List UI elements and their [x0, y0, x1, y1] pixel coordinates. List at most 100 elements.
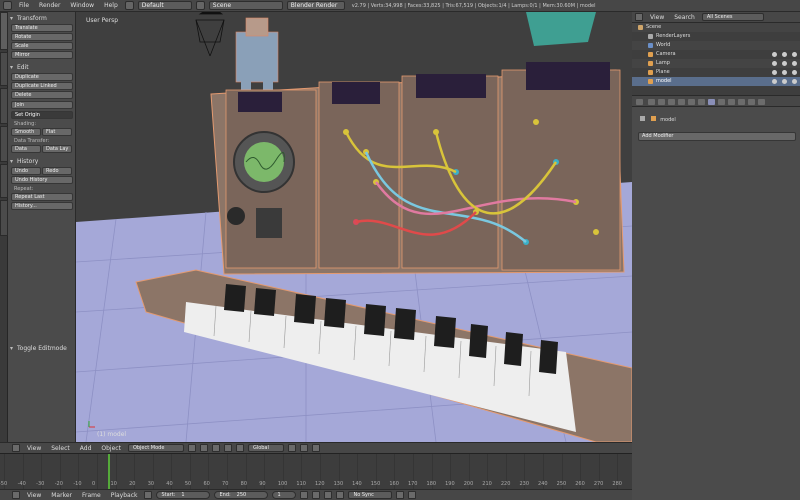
- tab-relations[interactable]: [0, 88, 8, 124]
- layers-icon[interactable]: [287, 444, 296, 452]
- current-frame-field[interactable]: 1: [272, 491, 297, 499]
- shade-smooth-button[interactable]: Smooth: [11, 128, 41, 136]
- outliner-row-world[interactable]: World: [632, 41, 800, 50]
- rotate-manipulator-icon[interactable]: [235, 444, 244, 452]
- tab-animation[interactable]: [0, 126, 8, 162]
- menu-view[interactable]: View: [24, 492, 44, 499]
- set-origin-dropdown[interactable]: Set Origin: [11, 111, 73, 119]
- mode-select[interactable]: Object Mode: [127, 444, 184, 452]
- outliner-row-camera[interactable]: Camera: [632, 50, 800, 59]
- menu-object[interactable]: Object: [98, 445, 124, 452]
- outliner-row-renderlayers[interactable]: RenderLayers: [632, 32, 800, 41]
- editor-type-icon[interactable]: [12, 444, 20, 452]
- viewport-shading-icon[interactable]: [187, 444, 196, 452]
- editor-type-icon[interactable]: [3, 1, 12, 10]
- repeat-last-button[interactable]: Repeat Last: [11, 193, 73, 201]
- edit-panel-title[interactable]: Edit: [10, 63, 72, 73]
- physics-tab-icon[interactable]: [758, 99, 765, 105]
- translate-manipulator-icon[interactable]: [223, 444, 232, 452]
- duplicate-linked-button[interactable]: Duplicate Linked: [11, 82, 73, 90]
- keying-icon[interactable]: [396, 491, 405, 499]
- outliner-row-model[interactable]: model: [632, 77, 800, 86]
- material-tab-icon[interactable]: [728, 99, 735, 105]
- 3d-viewport[interactable]: User Persp (1) model: [76, 12, 632, 442]
- sync-mode-select[interactable]: No Sync: [348, 491, 393, 499]
- menu-window[interactable]: Window: [67, 2, 97, 9]
- current-frame-marker[interactable]: [108, 454, 110, 489]
- menu-view[interactable]: View: [24, 445, 44, 452]
- start-frame-field[interactable]: Start: 1: [156, 491, 211, 499]
- rotate-button[interactable]: Rotate: [11, 33, 73, 41]
- selectable-arrow-icon[interactable]: [782, 61, 787, 66]
- render-layers-tab-icon[interactable]: [658, 99, 665, 105]
- history-button[interactable]: History...: [11, 202, 73, 210]
- editor-type-icon[interactable]: [635, 13, 643, 21]
- timeline-editor[interactable]: -50 -40 -30 -20 -10 0 10 20 30 40 50 60 70 80 90 100 110…: [0, 453, 632, 489]
- scene-tab-icon[interactable]: [668, 99, 675, 105]
- tab-grease-pencil[interactable]: [0, 200, 8, 236]
- toggle-editmode-panel-title[interactable]: Toggle Editmode: [10, 344, 67, 354]
- transform-panel-title[interactable]: Transform: [10, 14, 72, 24]
- object-tab-icon[interactable]: [688, 99, 695, 105]
- snap-icon[interactable]: [299, 444, 308, 452]
- render-camera-icon[interactable]: [792, 52, 797, 57]
- tab-physics[interactable]: [0, 164, 8, 198]
- manipulator-icon[interactable]: [211, 444, 220, 452]
- transform-orientation-select[interactable]: Global: [247, 444, 284, 452]
- translate-button[interactable]: Translate: [11, 24, 73, 32]
- menu-frame[interactable]: Frame: [79, 492, 104, 499]
- data-tab-icon[interactable]: [718, 99, 725, 105]
- screen-layout-field[interactable]: Default: [137, 1, 192, 10]
- pivot-point-icon[interactable]: [199, 444, 208, 452]
- render-camera-icon[interactable]: [792, 70, 797, 75]
- render-preview-icon[interactable]: [311, 444, 320, 452]
- mirror-button[interactable]: Mirror: [11, 51, 73, 59]
- add-modifier-dropdown[interactable]: Add Modifier: [638, 132, 796, 141]
- visibility-eye-icon[interactable]: [772, 79, 777, 84]
- menu-help[interactable]: Help: [101, 2, 121, 9]
- visibility-eye-icon[interactable]: [772, 52, 777, 57]
- keyframe-icon[interactable]: [408, 491, 417, 499]
- delete-button[interactable]: Delete: [11, 91, 73, 99]
- scene-field[interactable]: Scene: [208, 1, 283, 10]
- undo-history-button[interactable]: Undo History: [11, 176, 73, 184]
- join-button[interactable]: Join: [11, 101, 73, 109]
- menu-file[interactable]: File: [16, 2, 32, 9]
- selectable-arrow-icon[interactable]: [782, 52, 787, 57]
- tab-create[interactable]: [0, 52, 8, 86]
- play-icon[interactable]: [324, 491, 333, 499]
- data-layout-button[interactable]: Data Lay: [42, 145, 72, 153]
- render-camera-icon[interactable]: [792, 79, 797, 84]
- shade-flat-button[interactable]: Flat: [42, 128, 72, 136]
- selectable-arrow-icon[interactable]: [782, 70, 787, 75]
- menu-select[interactable]: Select: [48, 445, 73, 452]
- editor-type-icon[interactable]: [12, 491, 20, 499]
- play-reverse-icon[interactable]: [312, 491, 321, 499]
- modifiers-tab-icon[interactable]: [708, 99, 715, 105]
- outliner-row-scene[interactable]: Scene: [632, 23, 800, 32]
- visibility-eye-icon[interactable]: [772, 61, 777, 66]
- render-camera-icon[interactable]: [792, 61, 797, 66]
- selectable-arrow-icon[interactable]: [782, 79, 787, 84]
- constraints-tab-icon[interactable]: [698, 99, 705, 105]
- record-icon[interactable]: [144, 491, 153, 499]
- duplicate-button[interactable]: Duplicate: [11, 73, 73, 81]
- render-engine-select[interactable]: Blender Render: [286, 1, 345, 10]
- jump-start-icon[interactable]: [300, 491, 309, 499]
- data-transfer-button[interactable]: Data: [11, 145, 41, 153]
- outliner-menu-search[interactable]: Search: [671, 14, 698, 21]
- jump-end-icon[interactable]: [336, 491, 345, 499]
- editor-type-icon[interactable]: [636, 99, 643, 105]
- menu-marker[interactable]: Marker: [48, 492, 75, 499]
- undo-button[interactable]: Undo: [11, 167, 41, 175]
- screen-layout-icon[interactable]: [124, 1, 134, 10]
- outliner-row-lamp[interactable]: Lamp: [632, 59, 800, 68]
- redo-button[interactable]: Redo: [42, 167, 72, 175]
- world-tab-icon[interactable]: [678, 99, 685, 105]
- outliner-menu-view[interactable]: View: [647, 14, 667, 21]
- menu-playback[interactable]: Playback: [108, 492, 141, 499]
- render-tab-icon[interactable]: [648, 99, 655, 105]
- particles-tab-icon[interactable]: [748, 99, 755, 105]
- history-panel-title[interactable]: History: [10, 157, 72, 167]
- end-frame-field[interactable]: End: 250: [214, 491, 269, 499]
